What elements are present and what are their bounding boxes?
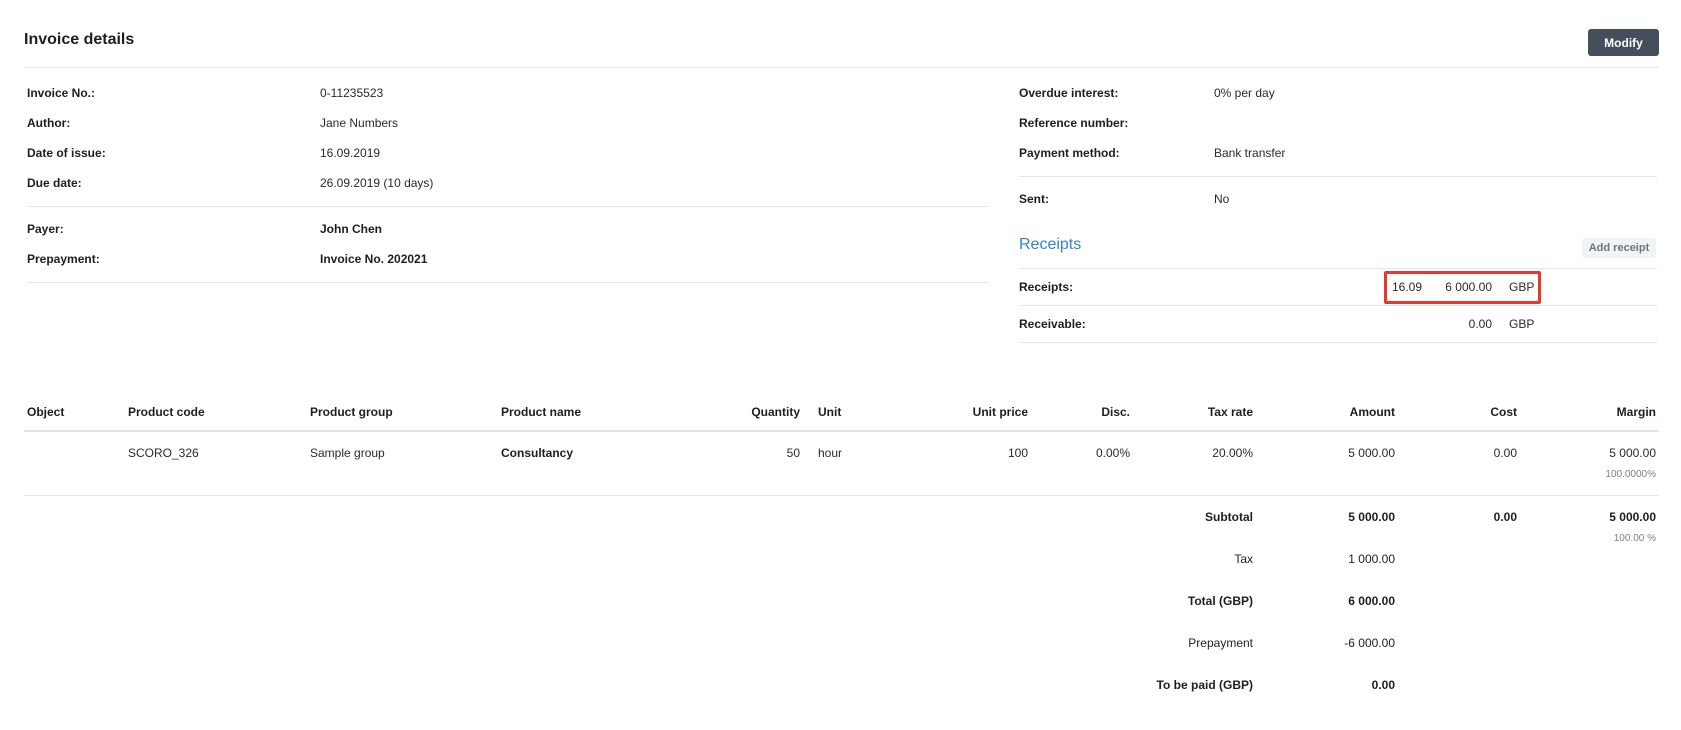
receipts-label: Receipts: [1019, 280, 1074, 294]
right-divider-1 [1019, 176, 1657, 177]
prepayment-total-amount: -6 000.00 [1344, 636, 1395, 650]
header-disc: Disc. [1101, 405, 1130, 419]
total-label: Total (GBP) [1187, 594, 1253, 608]
table-header-divider [24, 430, 1659, 432]
date-of-issue-label: Date of issue: [27, 146, 106, 160]
header-product-name: Product name [501, 405, 582, 419]
subtotal-margin-pct: 100.00 % [1613, 533, 1656, 544]
payment-method-label: Payment method: [1019, 146, 1120, 160]
receipts-divider-3 [1019, 342, 1657, 343]
tax-amount: 1 000.00 [1348, 552, 1395, 566]
cell-quantity: 50 [786, 446, 800, 460]
prepayment-value[interactable]: Invoice No. 202021 [320, 251, 427, 267]
receipt-currency: GBP [1509, 280, 1535, 294]
receipt-amount[interactable]: 6 000.00 [1434, 279, 1492, 295]
cell-product-group: Sample group [310, 446, 385, 460]
total-amount: 6 000.00 [1348, 594, 1395, 608]
cell-tax-rate: 20.00% [1212, 446, 1253, 460]
header-amount: Amount [1349, 405, 1395, 419]
receivable-amount: 0.00 [1468, 317, 1492, 331]
receipts-divider-1 [1019, 268, 1657, 269]
author-value: Jane Numbers [320, 116, 399, 130]
header-tax-rate: Tax rate [1207, 405, 1253, 419]
cell-margin-pct: 100.0000% [1605, 469, 1656, 480]
receivable-currency: GBP [1509, 317, 1535, 331]
left-divider-1 [27, 206, 989, 207]
subtotal-margin: 5 000.00 [1609, 510, 1656, 524]
modify-button[interactable]: Modify [1588, 29, 1659, 56]
date-of-issue-value: 16.09.2019 [320, 146, 381, 160]
subtotal-amount: 5 000.00 [1348, 510, 1395, 524]
page-title: Invoice details [24, 31, 135, 48]
receipt-date[interactable]: 16.09 [1392, 279, 1422, 295]
invoice-no-label: Invoice No.: [27, 86, 96, 100]
header-cost: Cost [1490, 405, 1517, 419]
table-row-divider [24, 495, 1659, 496]
due-date-value: 26.09.2019 (10 days) [320, 176, 434, 190]
cell-cost: 0.00 [1493, 446, 1517, 460]
overdue-interest-label: Overdue interest: [1019, 86, 1119, 100]
author-label: Author: [27, 116, 71, 130]
subtotal-cost: 0.00 [1493, 510, 1517, 524]
subtotal-label: Subtotal [1205, 510, 1253, 524]
cell-amount: 5 000.00 [1348, 446, 1395, 460]
cell-unit-price: 100 [1007, 446, 1028, 460]
payment-method-value: Bank transfer [1214, 146, 1286, 160]
tax-label: Tax [1234, 552, 1253, 566]
left-divider-2 [27, 282, 989, 283]
reference-number-label: Reference number: [1019, 116, 1129, 130]
overdue-interest-value: 0% per day [1214, 86, 1275, 100]
to-be-paid-amount: 0.00 [1371, 678, 1395, 692]
receivable-label: Receivable: [1019, 317, 1086, 331]
cell-disc: 0.00% [1095, 446, 1130, 460]
to-be-paid-label: To be paid (GBP) [1156, 678, 1253, 692]
add-receipt-button[interactable]: Add receipt [1582, 238, 1656, 258]
header-divider [24, 67, 1659, 68]
cell-product-code: SCORO_326 [128, 446, 199, 460]
header-margin: Margin [1616, 405, 1656, 419]
cell-margin: 5 000.00 [1609, 446, 1656, 460]
header-unit-price: Unit price [972, 405, 1028, 419]
header-product-code: Product code [128, 405, 205, 419]
due-date-label: Due date: [27, 176, 82, 190]
payer-label: Payer: [27, 222, 64, 236]
invoice-no-value: 0-11235523 [320, 86, 384, 100]
receipts-title: Receipts [1019, 236, 1082, 253]
cell-product-name: Consultancy [501, 446, 574, 460]
header-product-group: Product group [310, 405, 393, 419]
prepayment-label: Prepayment: [27, 252, 100, 266]
payer-value: John Chen [320, 222, 382, 236]
sent-label: Sent: [1019, 192, 1049, 206]
sent-value: No [1214, 192, 1230, 206]
cell-unit: hour [818, 446, 843, 460]
header-object: Object [27, 405, 65, 419]
receipts-divider-2 [1019, 305, 1657, 306]
header-quantity: Quantity [751, 405, 800, 419]
header-unit: Unit [818, 405, 842, 419]
prepayment-total-label: Prepayment [1188, 636, 1253, 650]
